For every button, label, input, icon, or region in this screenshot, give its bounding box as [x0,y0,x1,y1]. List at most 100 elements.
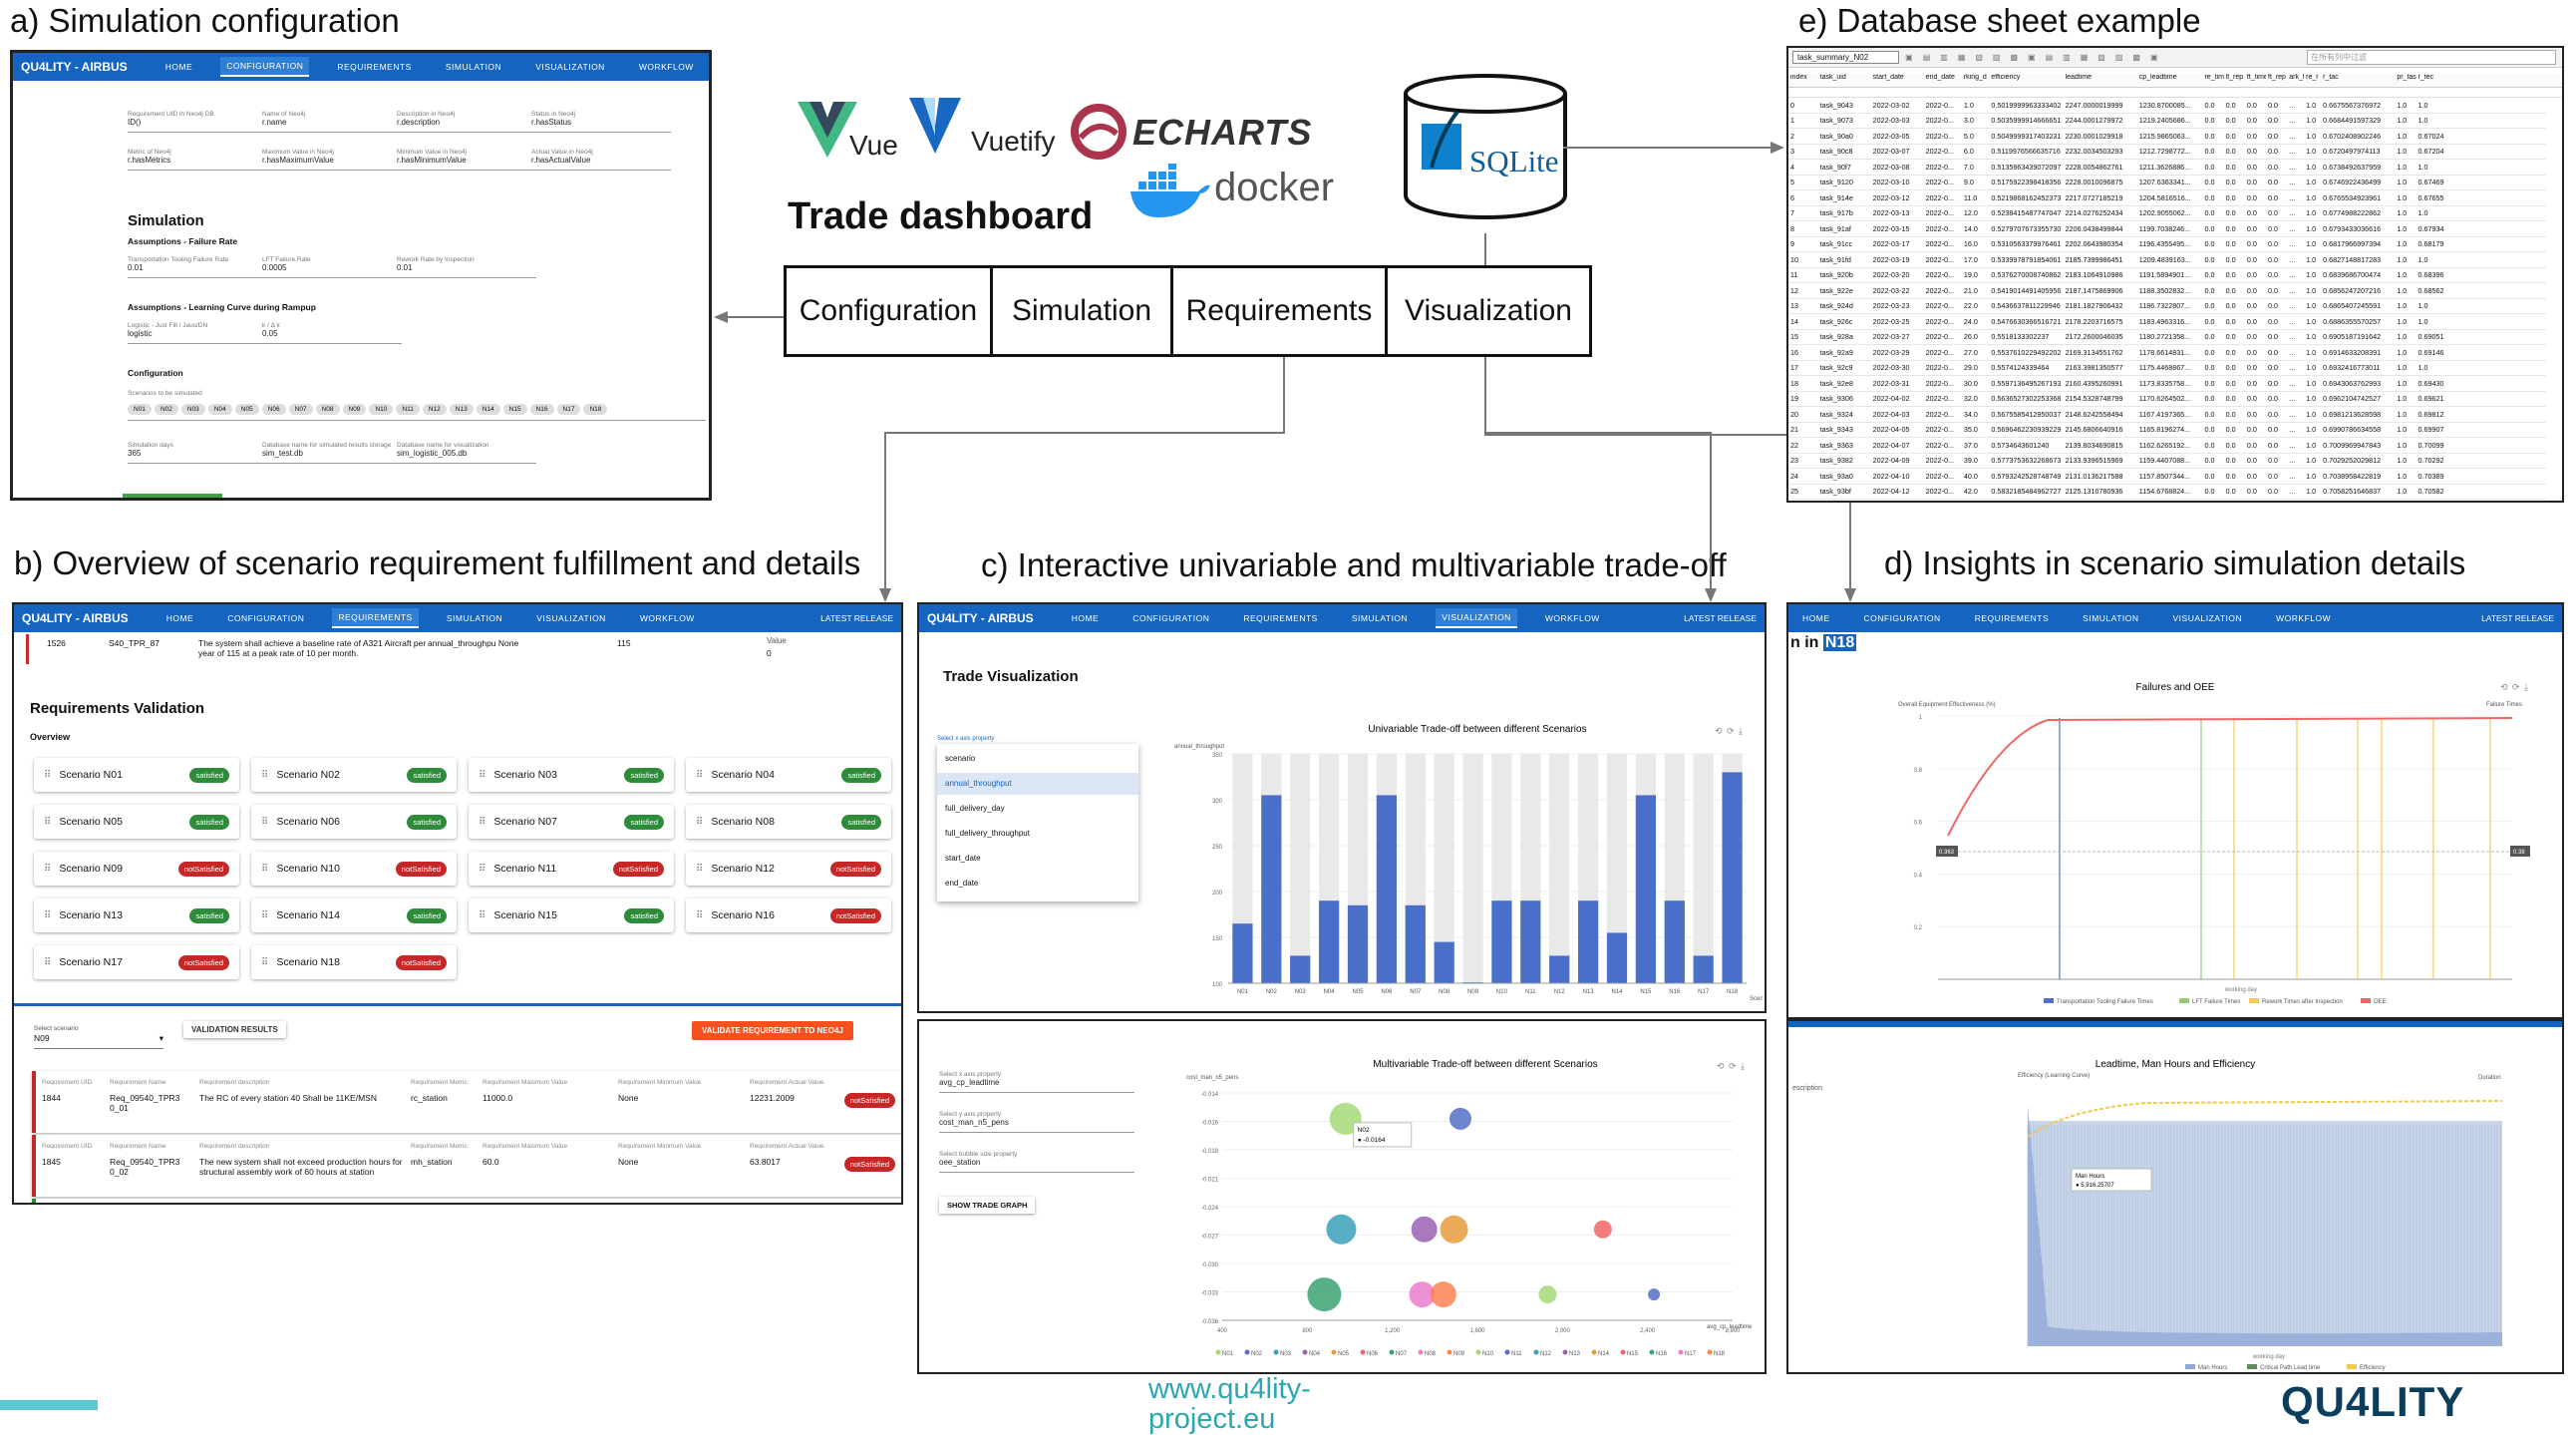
sheet-col-header[interactable]: r_tec [2416,74,2448,87]
bubble[interactable] [1449,1107,1471,1130]
chart-tool-icon[interactable]: ⟳ [1729,1061,1737,1071]
legend-label[interactable]: N17 [1685,1351,1697,1357]
scenario-card[interactable]: ⠿ Scenario N18 notSatisfied [251,945,457,979]
scenario-card[interactable]: ⠿ Scenario N16 notSatisfied [686,898,891,932]
nav-configuration[interactable]: CONFIGURATION [1127,609,1215,627]
bubble[interactable] [1440,1215,1468,1244]
axis-option[interactable]: scenario [937,748,1138,770]
chart-tool-icon[interactable]: ⤓ [2524,682,2528,692]
nav-simulation[interactable]: SIMULATION [2077,609,2144,627]
bubble[interactable] [1593,1220,1612,1239]
bar[interactable] [1693,955,1714,983]
sheet-col-header[interactable]: re_r [2304,74,2321,87]
nav-home[interactable]: HOME [1796,609,1836,627]
legend-label[interactable]: N07 [1396,1351,1408,1357]
legend-label[interactable]: Man Hours [2198,1365,2227,1371]
legend-label[interactable]: N09 [1453,1351,1465,1357]
legend-marker[interactable] [1215,1349,1221,1355]
sheet-col-header[interactable]: leadtime [2064,74,2137,87]
sheet-col-header[interactable]: rking_d [1962,74,1990,87]
scenario-card[interactable]: ⠿ Scenario N14 satisfied [251,898,457,932]
nav-requirements[interactable]: REQUIREMENTS [332,608,419,628]
sheet-col-header[interactable]: index [1788,74,1818,87]
man-hours-area[interactable] [2028,1121,2502,1346]
nav-workflow[interactable]: WORKFLOW [2270,609,2337,627]
sheet-col-header[interactable]: ft_rep [2266,74,2287,87]
legend-marker[interactable] [1418,1349,1424,1355]
latest-release-link[interactable]: LATEST RELEASE [820,613,893,623]
bar[interactable] [1549,955,1570,983]
legend-marker[interactable] [1475,1349,1481,1355]
legend-marker[interactable] [2361,998,2371,1003]
validation-results-button[interactable]: VALIDATION RESULTS [183,1021,286,1038]
chart-tool-icon[interactable]: ⟲ [1715,726,1723,736]
legend-label[interactable]: LFT Failure Times [2192,999,2240,1005]
filter-input[interactable]: 在所有列中过滤 [2307,50,2556,65]
nav-simulation[interactable]: SIMULATION [1346,609,1414,627]
legend-marker[interactable] [1302,1349,1308,1355]
sheet-col-header[interactable]: ft_time [2245,74,2266,87]
legend-marker[interactable] [2247,1364,2257,1369]
nav-home[interactable]: HOME [1066,609,1106,627]
nav-configuration[interactable]: CONFIGURATION [1858,609,1947,627]
chart-tool-icon[interactable]: ⟳ [2512,682,2520,692]
legend-label[interactable]: N05 [1338,1351,1350,1357]
legend-label[interactable]: N13 [1569,1351,1581,1357]
sheet-col-header[interactable]: task_uid [1818,74,1871,87]
legend-marker[interactable] [1447,1349,1452,1355]
legend-marker[interactable] [1389,1349,1395,1355]
bubble[interactable] [1326,1214,1357,1245]
bar[interactable] [1520,900,1541,983]
scenario-card[interactable]: ⠿ Scenario N09 notSatisfied [34,852,239,886]
legend-label[interactable]: N16 [1656,1351,1668,1357]
legend-label[interactable]: N15 [1627,1351,1639,1357]
legend-label[interactable]: Efficiency [2360,1365,2386,1371]
scenario-card[interactable]: ⠿ Scenario N05 satisfied [34,805,239,839]
latest-release-link[interactable]: LATEST RELEASE [1684,613,1757,623]
sheet-col-header[interactable]: r_tac [2321,74,2395,87]
legend-label[interactable]: N01 [1222,1351,1234,1357]
legend-label[interactable]: N12 [1540,1351,1552,1357]
sheet-col-header[interactable]: lt_rep [2224,74,2245,87]
legend-label[interactable]: N11 [1511,1351,1522,1357]
axis-option[interactable]: end_date [937,873,1138,895]
bar[interactable] [1290,955,1311,983]
legend-marker[interactable] [2185,1364,2195,1369]
property-select[interactable]: Select bubble size property oee_station [939,1151,1134,1173]
bar[interactable] [1376,795,1397,983]
legend-label[interactable]: Critical Path Lead time [2260,1365,2321,1371]
bar[interactable] [1434,941,1454,983]
property-select[interactable]: Select x axis property avg_cp_leadtime [939,1071,1134,1093]
chart-tool-icon[interactable]: ⟳ [1727,726,1735,736]
scenario-card[interactable]: ⠿ Scenario N06 satisfied [251,805,457,839]
chart-tool-icon[interactable]: ⤓ [1741,1061,1745,1071]
nav-home[interactable]: HOME [161,609,200,627]
scenario-card[interactable]: ⠿ Scenario N03 satisfied [469,758,674,792]
scenario-card[interactable]: ⠿ Scenario N17 notSatisfied [34,945,239,979]
legend-label[interactable]: N10 [1482,1351,1494,1357]
legend-marker[interactable] [1678,1349,1684,1355]
bar[interactable] [1347,904,1369,983]
sheet-selector[interactable]: task_summary_N02 [1792,51,1900,64]
bubble[interactable] [1538,1285,1557,1304]
nav-workflow[interactable]: WORKFLOW [634,609,701,627]
bar[interactable] [1606,932,1628,983]
legend-marker[interactable] [1504,1349,1510,1355]
footer-url[interactable]: www.qu4lity- project.eu [1148,1374,1311,1434]
legend-marker[interactable] [2347,1364,2357,1369]
nav-requirements[interactable]: REQUIREMENTS [1237,609,1323,627]
scenario-card[interactable]: ⠿ Scenario N01 satisfied [34,758,239,792]
legend-marker[interactable] [2044,998,2054,1003]
nav-workflow[interactable]: WORKFLOW [1539,609,1606,627]
legend-marker[interactable] [1591,1349,1597,1355]
sheet-col-header[interactable]: re_time [2202,74,2223,87]
nav-simulation[interactable]: SIMULATION [441,609,508,627]
legend-marker[interactable] [1707,1349,1713,1355]
legend-marker[interactable] [2249,998,2259,1003]
chart-tool-icon[interactable]: ⤓ [1739,726,1743,736]
sheet-col-header[interactable]: start_date [1871,74,1924,87]
nav-configuration[interactable]: CONFIGURATION [221,609,310,627]
axis-option[interactable]: start_date [937,848,1138,870]
scenario-card[interactable]: ⠿ Scenario N12 notSatisfied [686,852,891,886]
chart-tool-icon[interactable]: ⟲ [1717,1061,1725,1071]
